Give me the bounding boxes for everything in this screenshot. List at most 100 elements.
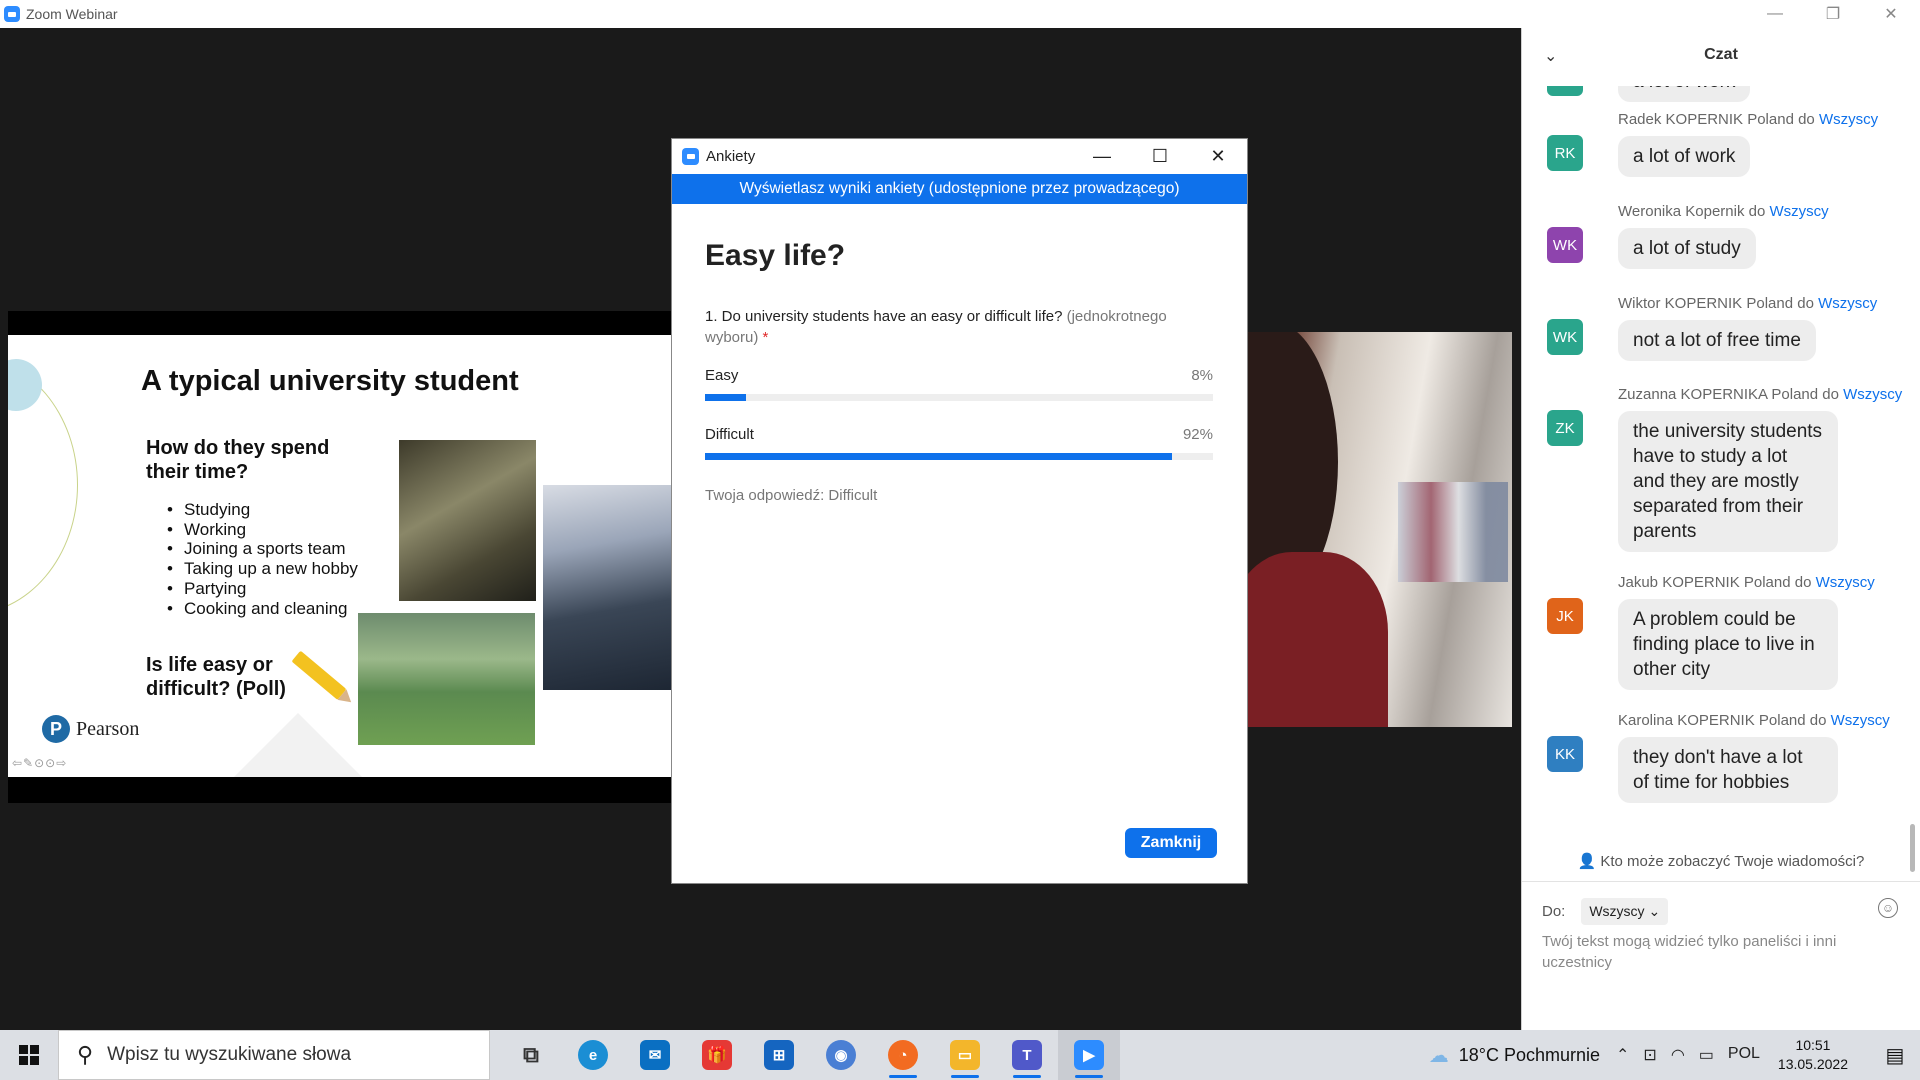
slide-question: Is life easy or difficult? (Poll)	[146, 654, 286, 700]
poll-dialog-title: Ankiety	[706, 148, 756, 165]
poll-result-bar	[705, 453, 1213, 460]
message-sender: Weronika Kopernik do Wszyscy	[1618, 203, 1829, 220]
chat-message: Karolina KOPERNIK Poland do Wszyscy KK t…	[1547, 712, 1907, 803]
message-recipient[interactable]: Wszyscy	[1831, 712, 1890, 729]
windows-taskbar: ⚲ Wpisz tu wyszukiwane słowa ⧉ e ✉ 🎁 ⊞ ◉…	[0, 1030, 1920, 1080]
message-bubble: a lot of study	[1618, 228, 1756, 269]
chat-message: Radek KOPERNIK Poland do Wszyscy RK a lo…	[1547, 111, 1907, 177]
language-indicator[interactable]: POL	[1728, 1045, 1760, 1065]
clock-date: 13.05.2022	[1777, 1056, 1848, 1072]
chevron-up-icon[interactable]: ⌃	[1616, 1045, 1629, 1065]
participant-video	[1248, 332, 1512, 727]
avatar: WK	[1547, 227, 1583, 263]
system-tray: ☁ 18°C Pochmurnie ⌃ ⊡ ◠ ▭ POL 10:51 13.0…	[1429, 1030, 1920, 1080]
presentation-slide: A typical university student How do they…	[8, 335, 673, 777]
poll-result-fill	[705, 453, 1173, 460]
zoom-app-icon	[4, 6, 20, 22]
chrome-icon[interactable]: ◉	[810, 1030, 872, 1080]
avatar: RK	[1547, 135, 1583, 171]
close-poll-button[interactable]: Zamknij	[1125, 828, 1217, 858]
slide-photo-sports-team	[358, 613, 535, 745]
clock[interactable]: 10:51 13.05.2022	[1778, 1036, 1848, 1074]
camera-icon[interactable]: ⊡	[1643, 1045, 1656, 1065]
chat-message: MP a lot of work	[1547, 86, 1907, 102]
message-recipient[interactable]: Wszyscy	[1816, 574, 1875, 591]
maximize-icon[interactable]: ☐	[1131, 139, 1189, 174]
recipient-select[interactable]: Wszyscy ⌄	[1581, 898, 1669, 925]
message-sender: Zuzanna KOPERNIKA Poland do Wszyscy	[1618, 386, 1903, 403]
slide-nav-controls[interactable]: ⇦✎⊙⊙⇨	[12, 756, 67, 770]
weather-text: 18°C Pochmurnie	[1458, 1044, 1600, 1065]
zoom-taskbar-icon[interactable]: ▶	[1058, 1030, 1120, 1080]
pearson-logo-text: Pearson	[76, 717, 140, 740]
poll-option-label: Easy	[705, 367, 739, 384]
minimize-icon[interactable]: —	[1746, 0, 1804, 28]
avatar: MP	[1547, 86, 1583, 96]
participant-shirt	[1248, 552, 1388, 727]
window-controls: — ❐ ✕	[1746, 0, 1920, 28]
start-button[interactable]	[0, 1030, 58, 1080]
slide-bullet: Studying	[167, 500, 359, 520]
chat-message: Zuzanna KOPERNIKA Poland do Wszyscy ZK t…	[1547, 386, 1907, 552]
chat-panel: ⌄ Czat MP a lot of work Radek KOPERNIK P…	[1521, 28, 1920, 1030]
poll-question: 1. Do university students have an easy o…	[705, 306, 1215, 348]
windows-icon	[19, 1045, 39, 1065]
poll-option: Easy 8%	[705, 367, 1213, 401]
message-recipient[interactable]: Wszyscy	[1819, 111, 1878, 128]
poll-title: Easy life?	[705, 239, 846, 272]
battery-icon[interactable]: ▭	[1699, 1045, 1714, 1065]
task-view-icon[interactable]: ⧉	[500, 1030, 562, 1080]
slide-decoration-triangle	[228, 713, 368, 777]
avatar: KK	[1547, 736, 1583, 772]
poll-option-percent: 8%	[1191, 367, 1213, 384]
firefox-icon[interactable]: ◔	[872, 1030, 934, 1080]
slide-bullet: Partying	[167, 579, 359, 599]
emoji-icon[interactable]: ☺	[1878, 898, 1898, 918]
edge-icon[interactable]: e	[562, 1030, 624, 1080]
chat-title: Czat	[1704, 46, 1738, 63]
slide-bullet: Joining a sports team	[167, 539, 359, 559]
your-answer: Twoja odpowiedź: Difficult	[705, 487, 878, 504]
chat-scrollbar[interactable]	[1910, 116, 1915, 872]
notification-icon[interactable]: ▤	[1870, 1043, 1920, 1068]
message-sender: Radek KOPERNIK Poland do Wszyscy	[1618, 111, 1879, 128]
gift-app-icon[interactable]: 🎁	[686, 1030, 748, 1080]
close-icon[interactable]: ✕	[1862, 0, 1920, 28]
slide-photo-divers	[543, 485, 673, 690]
store-icon[interactable]: ⊞	[748, 1030, 810, 1080]
background-shelf	[1398, 482, 1508, 582]
who-can-see-link[interactable]: 👤 Kto może zobaczyć Twoje wiadomości?	[1522, 852, 1920, 870]
poll-result-bar	[705, 394, 1213, 401]
poll-dialog-titlebar: Ankiety — ☐ ✕	[672, 139, 1247, 174]
message-recipient[interactable]: Wszyscy	[1769, 203, 1828, 220]
restore-icon[interactable]: ❐	[1804, 0, 1862, 28]
clock-time: 10:51	[1795, 1037, 1831, 1053]
wifi-icon[interactable]: ◠	[1671, 1045, 1685, 1065]
shared-screen: A typical university student How do they…	[8, 311, 673, 803]
message-recipient[interactable]: Wszyscy	[1818, 295, 1877, 312]
poll-option-percent: 92%	[1182, 426, 1213, 443]
chat-message: Wiktor KOPERNIK Poland do Wszyscy WK not…	[1547, 295, 1907, 361]
message-bubble: a lot of work	[1618, 136, 1751, 177]
recipient-label: Do:	[1542, 903, 1566, 920]
weather-widget[interactable]: ☁ 18°C Pochmurnie	[1429, 1043, 1600, 1068]
slide-bullet: Working	[167, 520, 359, 540]
avatar: JK	[1547, 598, 1583, 634]
taskbar-search[interactable]: ⚲ Wpisz tu wyszukiwane słowa	[58, 1030, 490, 1080]
chat-message: Jakub KOPERNIK Poland do Wszyscy JK A pr…	[1547, 574, 1907, 690]
avatar: WK	[1547, 319, 1583, 355]
poll-option: Difficult 92%	[705, 426, 1213, 460]
chat-input[interactable]: Twój tekst mogą widzieć tylko paneliści …	[1542, 931, 1882, 973]
file-explorer-icon[interactable]: ▭	[934, 1030, 996, 1080]
mail-icon[interactable]: ✉	[624, 1030, 686, 1080]
message-sender: Wiktor KOPERNIK Poland do Wszyscy	[1618, 295, 1878, 312]
message-bubble: the university students have to study a …	[1618, 411, 1838, 552]
search-icon: ⚲	[77, 1042, 94, 1067]
search-placeholder: Wpisz tu wyszukiwane słowa	[107, 1044, 352, 1065]
slide-bullet-list: Studying Working Joining a sports team T…	[167, 500, 359, 618]
message-recipient[interactable]: Wszyscy	[1843, 386, 1902, 403]
close-icon[interactable]: ✕	[1189, 139, 1247, 174]
minimize-icon[interactable]: —	[1073, 139, 1131, 174]
teams-icon[interactable]: T	[996, 1030, 1058, 1080]
pearson-logo: P Pearson	[42, 715, 139, 743]
